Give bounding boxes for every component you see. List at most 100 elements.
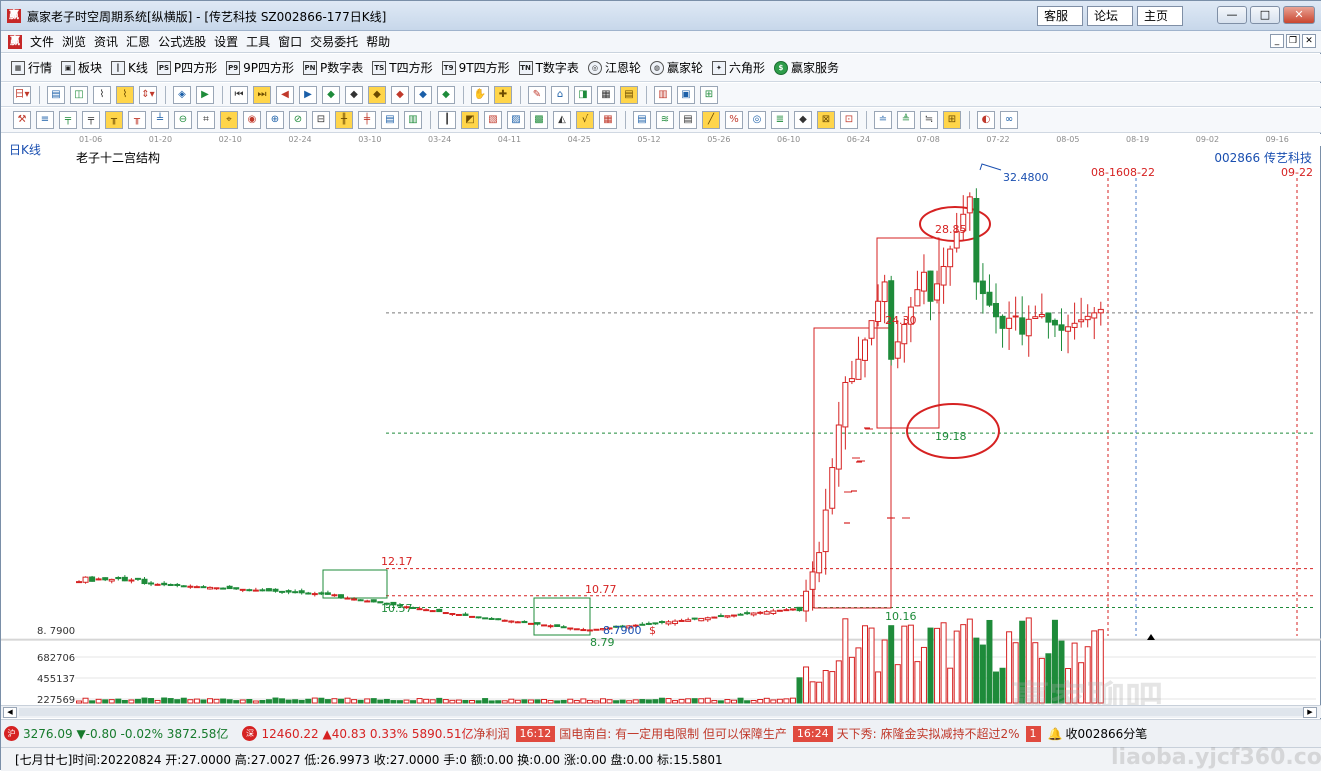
toolbar2-tool-icon-8[interactable]: ⏮	[230, 85, 248, 104]
toolbar3-tool-icon-41[interactable]: ∞	[1000, 111, 1018, 129]
mdi-restore-button[interactable]: ❐	[1286, 34, 1300, 48]
toolbar3-tool-icon-6[interactable]: ╧	[151, 111, 169, 129]
toolbar3-tool-icon-23[interactable]: ◭	[553, 111, 571, 129]
toolbar2-tool-icon-15[interactable]: ◆	[391, 85, 409, 104]
alert-text[interactable]: 收002866分笔	[1065, 725, 1147, 742]
toolbar2-tool-icon-22[interactable]: ◨	[574, 85, 592, 104]
toolbar2-tool-icon-26[interactable]: ▣	[677, 85, 695, 104]
toolbar3-tool-icon-37[interactable]: ≜	[897, 111, 915, 129]
menu-settings[interactable]: 设置	[212, 33, 244, 50]
toolbar2-tool-icon-12[interactable]: ◆	[322, 85, 340, 104]
mdi-close-button[interactable]: ✕	[1302, 34, 1316, 48]
toolbar2-tool-icon-6[interactable]: ◈	[173, 85, 191, 104]
toolbar3-tool-icon-20[interactable]: ▧	[484, 111, 502, 129]
toolbar3-tool-icon-39[interactable]: ⊞	[943, 111, 961, 129]
toolbar3-tool-icon-15[interactable]: ╪	[358, 111, 376, 129]
toolbar3-tool-icon-17[interactable]: ▥	[404, 111, 422, 129]
toolbar3-tool-icon-30[interactable]: %	[725, 111, 743, 129]
toolbar3-tool-icon-25[interactable]: ▦	[599, 111, 617, 129]
toolbar2-tool-icon-16[interactable]: ◆	[414, 85, 432, 104]
sz-index-icon[interactable]: 深	[242, 726, 258, 741]
toolbar-item-8[interactable]: TN T数字表	[518, 59, 579, 76]
news-item-1[interactable]: 国电南自: 有一定用电限制 但可以保障生产	[559, 725, 787, 742]
toolbar3-tool-icon-22[interactable]: ▩	[530, 111, 548, 129]
menu-logo-icon[interactable]: 赢	[8, 34, 22, 49]
toolbar3-tool-icon-19[interactable]: ◩	[461, 111, 479, 129]
news-item-2[interactable]: 天下秀: 庥隆金实拟减持不超过2%	[837, 725, 1020, 742]
toolbar3-tool-icon-36[interactable]: ≐	[874, 111, 892, 129]
toolbar2-tool-icon-3[interactable]: ⌇	[93, 85, 111, 104]
scroll-left-button[interactable]: ◀	[3, 707, 17, 718]
toolbar2-tool-icon-19[interactable]: ✚	[494, 85, 512, 104]
kline-chart[interactable]: 32.4800 28.85 24.30 19.18 12.17 10.77 10.57 10.…	[1, 146, 1321, 705]
toolbar3-tool-icon-2[interactable]: ╤	[59, 111, 77, 129]
menu-file[interactable]: 文件	[28, 33, 60, 50]
toolbar3-tool-icon-27[interactable]: ≋	[656, 111, 674, 129]
toolbar3-tool-icon-24[interactable]: √	[576, 111, 594, 129]
toolbar-item-6[interactable]: TS T四方形	[372, 59, 433, 76]
toolbar-item-7[interactable]: T9 9T四方形	[441, 59, 510, 76]
toolbar3-tool-icon-16[interactable]: ▤	[381, 111, 399, 129]
toolbar-item-2[interactable]: ┃ K线	[111, 59, 148, 76]
menu-formula[interactable]: 公式选股	[156, 33, 212, 50]
toolbar3-tool-icon-31[interactable]: ◎	[748, 111, 766, 129]
toolbar3-tool-icon-13[interactable]: ⊟	[312, 111, 330, 129]
toolbar3-tool-icon-35[interactable]: ⊡	[840, 111, 858, 129]
toolbar2-tool-icon-13[interactable]: ◆	[345, 85, 363, 104]
toolbar2-tool-icon-14[interactable]: ◆	[368, 85, 386, 104]
menu-help[interactable]: 帮助	[364, 33, 396, 50]
toolbar3-tool-icon-14[interactable]: ╫	[335, 111, 353, 129]
toolbar3-tool-icon-34[interactable]: ⊠	[817, 111, 835, 129]
toolbar3-tool-icon-7[interactable]: ⊖	[174, 111, 192, 129]
toolbar3-tool-icon-8[interactable]: ⌗	[197, 111, 215, 129]
toolbar3-tool-icon-10[interactable]: ◉	[243, 111, 261, 129]
toolbar2-tool-icon-11[interactable]: ▶	[299, 85, 317, 104]
toolbar3-tool-icon-3[interactable]: ╤	[82, 111, 100, 129]
menu-window[interactable]: 窗口	[276, 33, 308, 50]
maximize-button[interactable]: □	[1250, 6, 1280, 24]
toolbar2-tool-icon-9[interactable]: ⏭	[253, 85, 271, 104]
mdi-minimize-button[interactable]: _	[1270, 34, 1284, 48]
toolbar2-tool-icon-0[interactable]: 日▾	[13, 85, 31, 104]
toolbar2-tool-icon-24[interactable]: ▤	[620, 85, 638, 104]
toolbar2-tool-icon-17[interactable]: ◆	[437, 85, 455, 104]
menu-tools[interactable]: 工具	[244, 33, 276, 50]
toolbar2-tool-icon-10[interactable]: ◀	[276, 85, 294, 104]
toolbar2-tool-icon-5[interactable]: ⇕▾	[139, 85, 157, 104]
toolbar3-tool-icon-32[interactable]: ≣	[771, 111, 789, 129]
toolbar2-tool-icon-4[interactable]: ⌇	[116, 85, 134, 104]
toolbar3-tool-icon-21[interactable]: ▨	[507, 111, 525, 129]
customer-service-link[interactable]: 客服	[1037, 6, 1083, 26]
menu-trade[interactable]: 交易委托	[308, 33, 364, 50]
toolbar2-tool-icon-18[interactable]: ✋	[471, 85, 489, 104]
news-item-0[interactable]: 净利润	[474, 725, 510, 742]
toolbar3-tool-icon-9[interactable]: ⌖	[220, 111, 238, 129]
toolbar3-tool-icon-1[interactable]: ≡	[36, 111, 54, 129]
toolbar3-tool-icon-29[interactable]: ╱	[702, 111, 720, 129]
toolbar3-tool-icon-18[interactable]: ┃	[438, 111, 456, 129]
toolbar2-tool-icon-20[interactable]: ✎	[528, 85, 546, 104]
toolbar-item-9[interactable]: ◎ 江恩轮	[587, 59, 641, 76]
toolbar-item-0[interactable]: ▦ 行情	[11, 59, 52, 76]
toolbar3-tool-icon-11[interactable]: ⊕	[266, 111, 284, 129]
homepage-link[interactable]: 主页	[1137, 6, 1183, 26]
toolbar3-tool-icon-0[interactable]: ⚒	[13, 111, 31, 129]
toolbar3-tool-icon-40[interactable]: ◐	[977, 111, 995, 129]
scroll-thumb[interactable]	[19, 708, 1309, 716]
scroll-right-button[interactable]: ▶	[1303, 707, 1317, 718]
toolbar2-tool-icon-2[interactable]: ◫	[70, 85, 88, 104]
toolbar2-tool-icon-7[interactable]: ▶	[196, 85, 214, 104]
toolbar3-tool-icon-12[interactable]: ⊘	[289, 111, 307, 129]
toolbar-item-1[interactable]: ▣ 板块	[61, 59, 102, 76]
toolbar-item-5[interactable]: PN P数字表	[303, 59, 363, 76]
toolbar3-tool-icon-4[interactable]: ╥	[105, 111, 123, 129]
toolbar3-tool-icon-38[interactable]: ≒	[920, 111, 938, 129]
toolbar3-tool-icon-33[interactable]: ◆	[794, 111, 812, 129]
toolbar2-tool-icon-1[interactable]: ▤	[47, 85, 65, 104]
toolbar3-tool-icon-28[interactable]: ▤	[679, 111, 697, 129]
forum-link[interactable]: 论坛	[1087, 6, 1133, 26]
toolbar-item-3[interactable]: PS P四方形	[156, 59, 217, 76]
toolbar3-tool-icon-26[interactable]: ▤	[633, 111, 651, 129]
menu-huien[interactable]: 汇恩	[124, 33, 156, 50]
toolbar-item-12[interactable]: $ 赢家服务	[773, 59, 839, 76]
